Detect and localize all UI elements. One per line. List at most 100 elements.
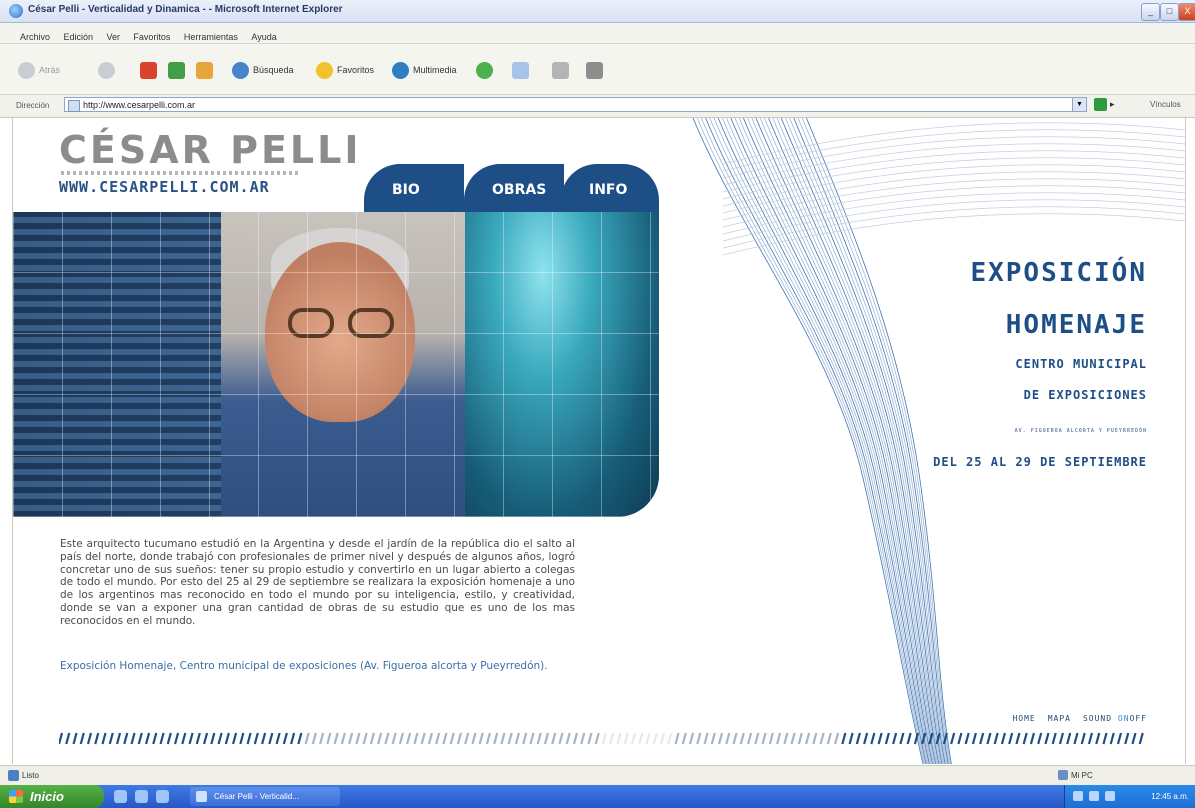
window-title-bar[interactable]: César Pelli - Verticalidad y Dinamica - … — [0, 0, 1195, 23]
nav-tab-obras[interactable]: OBRAS — [464, 164, 564, 212]
stripe-slash — [464, 732, 470, 745]
stripe-slash — [776, 732, 782, 745]
wave-line — [722, 150, 1185, 193]
footer-mapa-link[interactable]: MAPA — [1048, 714, 1071, 723]
nav-tab-info[interactable]: INFO — [561, 164, 659, 212]
stripe-slash — [681, 732, 687, 745]
stripe-slash — [819, 732, 825, 745]
history-button[interactable] — [476, 61, 493, 79]
expo-dates: DEL 25 AL 29 DE SEPTIEMBRE — [933, 455, 1147, 469]
stripe-slash — [1102, 732, 1108, 745]
menu-edicion[interactable]: Edición — [63, 32, 93, 42]
stripe-slash — [1138, 732, 1144, 745]
footer-sound-on[interactable]: ON — [1118, 714, 1130, 723]
search-button[interactable]: Búsqueda — [232, 61, 294, 79]
favorites-button[interactable]: Favoritos — [316, 61, 374, 79]
stripe-slash — [580, 732, 586, 745]
stripe-slash — [1066, 732, 1072, 745]
mail-icon — [512, 61, 529, 79]
menu-archivo[interactable]: Archivo — [20, 32, 50, 42]
stripe-slash — [1051, 732, 1057, 745]
start-button[interactable]: Inicio — [0, 785, 104, 808]
expo-venue-line2: DE EXPOSICIONES — [1023, 388, 1147, 402]
media-player-icon[interactable] — [156, 790, 169, 803]
address-url: http://www.cesarpelli.com.ar — [83, 100, 196, 110]
stripe-slash — [500, 732, 506, 745]
menu-herramientas[interactable]: Herramientas — [184, 32, 238, 42]
exposicion-link[interactable]: Exposición Homenaje, Centro municipal de… — [60, 660, 585, 673]
stripe-slash — [152, 732, 158, 745]
site-logo[interactable]: CÉSAR PELLI WWW.CESARPELLI.COM.AR — [59, 130, 362, 196]
stripe-slash — [115, 732, 122, 745]
stripe-slash — [667, 732, 673, 745]
stripe-slash — [1109, 732, 1115, 745]
expo-title-line1: EXPOSICIÓN — [970, 258, 1147, 288]
forward-button[interactable] — [98, 61, 115, 79]
stripe-slash — [456, 732, 462, 745]
stripe-slash — [551, 732, 557, 745]
edit-button[interactable] — [586, 61, 603, 79]
menu-favoritos[interactable]: Favoritos — [133, 32, 170, 42]
footer-sound-toggle[interactable]: SOUND ONOFF — [1083, 714, 1147, 723]
stripe-slash — [268, 732, 274, 745]
footer-sound-off[interactable]: OFF — [1130, 714, 1147, 723]
nav-tab-bio[interactable]: BIO — [364, 164, 464, 212]
stripe-slash — [166, 732, 172, 745]
windows-taskbar: Inicio César Pelli - Verticalid... 12:45… — [0, 785, 1195, 808]
stripe-slash — [406, 732, 412, 745]
network-icon[interactable] — [1073, 791, 1083, 801]
stripe-slash — [877, 732, 883, 745]
close-button[interactable]: X — [1178, 3, 1195, 21]
go-button[interactable]: ▸ — [1094, 96, 1134, 112]
stripe-slash — [1124, 732, 1130, 745]
taskbar-window-button[interactable]: César Pelli - Verticalid... — [190, 787, 340, 806]
menu-ver[interactable]: Ver — [106, 32, 120, 42]
multimedia-button[interactable]: Multimedia — [392, 61, 457, 79]
page-viewport: CÉSAR PELLI WWW.CESARPELLI.COM.AR BIO OB… — [12, 118, 1186, 764]
stop-button[interactable] — [140, 61, 157, 79]
ie-quicklaunch-icon[interactable] — [135, 790, 148, 803]
menu-ayuda[interactable]: Ayuda — [251, 32, 276, 42]
refresh-button[interactable] — [168, 61, 185, 79]
links-label[interactable]: Vínculos — [1150, 100, 1181, 109]
stripe-slash — [717, 732, 724, 745]
stripe-slash — [210, 732, 216, 745]
stripe-slash — [536, 732, 542, 745]
address-input[interactable]: http://www.cesarpelli.com.ar — [64, 97, 1082, 112]
mail-button[interactable] — [512, 61, 529, 79]
stripe-slash — [870, 732, 876, 745]
show-desktop-icon[interactable] — [114, 790, 127, 803]
stripe-slash — [841, 732, 847, 745]
stripe-slash — [747, 732, 753, 745]
stripe-slash — [884, 732, 890, 745]
stripe-slash — [319, 732, 325, 745]
stripe-slash — [478, 732, 484, 745]
maximize-button[interactable]: □ — [1160, 3, 1179, 21]
stripe-slash — [79, 732, 85, 745]
expo-venue-line1: CENTRO MUNICIPAL — [1015, 357, 1147, 371]
status-bar: Listo Mi PC — [0, 765, 1195, 785]
search-icon — [232, 61, 249, 79]
footer-nav: HOME MAPA SOUND ONOFF — [1012, 714, 1147, 723]
stripe-slash — [1116, 732, 1123, 745]
stripe-slash — [1058, 732, 1065, 745]
stripe-slash — [224, 732, 230, 745]
stripe-slash — [710, 732, 716, 745]
home-button[interactable] — [196, 61, 213, 79]
stripe-slash — [290, 732, 296, 745]
footer-home-link[interactable]: HOME — [1012, 714, 1035, 723]
volume-icon[interactable] — [1089, 791, 1099, 801]
stripe-slash — [652, 732, 658, 745]
print-button[interactable] — [552, 61, 569, 79]
antivirus-icon[interactable] — [1105, 791, 1115, 801]
stripe-slash — [1080, 732, 1086, 745]
back-button[interactable]: Atrás — [18, 61, 60, 79]
print-icon — [552, 61, 569, 79]
stripe-slash — [203, 732, 209, 745]
address-dropdown-button[interactable]: ▼ — [1072, 97, 1087, 112]
minimize-button[interactable]: _ — [1141, 3, 1160, 21]
stripe-slash — [616, 732, 622, 745]
stripe-slash — [507, 732, 513, 745]
wave-line — [801, 118, 951, 764]
stripe-slash — [543, 732, 550, 745]
